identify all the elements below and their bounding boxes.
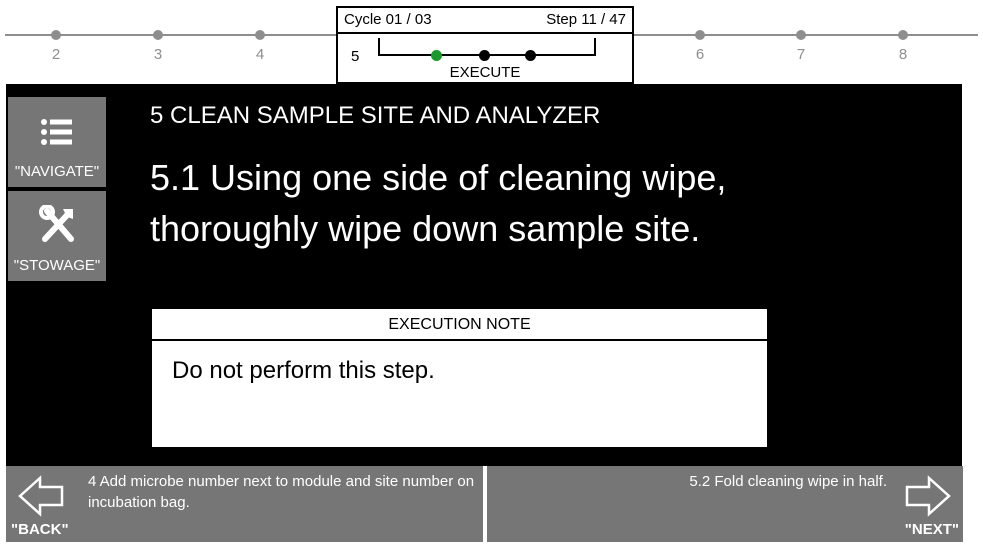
step-number-3: 3 [153, 46, 163, 63]
execution-note-header: EXECUTION NOTE [152, 309, 767, 341]
substep-current-dot [431, 50, 442, 61]
cycle-counter: Cycle 01 / 03 [344, 11, 432, 28]
step-marker-6[interactable] [695, 30, 705, 40]
step-number-7: 7 [796, 46, 806, 63]
arrow-left-icon [18, 475, 66, 522]
cycle-status-box: Cycle 01 / 03 Step 11 / 47 5 EXECUTE [336, 6, 634, 84]
step-marker-4[interactable] [255, 30, 265, 40]
step-number-6: 6 [695, 46, 705, 63]
navigate-label: "NAVIGATE" [14, 163, 100, 180]
tools-icon [39, 204, 77, 250]
next-key-label: "NEXT" [904, 521, 959, 538]
execution-note-body: Do not perform this step. [172, 357, 435, 384]
substep-dot [479, 50, 490, 61]
back-button[interactable]: 4 Add microbe number next to module and … [6, 466, 483, 542]
step-marker-2[interactable] [51, 30, 61, 40]
mode-label: EXECUTE [449, 64, 521, 81]
next-step-text: 5.2 Fold cleaning wipe in half. [689, 473, 887, 490]
procedure-panel: "NAVIGATE" "STOWAGE" 5 CLEAN SAMPLE SITE… [6, 84, 962, 466]
step-instruction: 5.1 Using one side of cleaning wipe, tho… [150, 157, 727, 249]
step-number-2: 2 [51, 46, 61, 63]
current-section-number: 5 [351, 48, 360, 65]
substep-dot [525, 50, 536, 61]
step-marker-8[interactable] [898, 30, 908, 40]
next-button[interactable]: 5.2 Fold cleaning wipe in half. "NEXT" [487, 466, 963, 542]
step-number-4: 4 [255, 46, 265, 63]
step-number-8: 8 [898, 46, 908, 63]
step-counter: Step 11 / 47 [546, 11, 626, 28]
arrow-right-icon [903, 475, 951, 522]
step-marker-7[interactable] [796, 30, 806, 40]
navigate-button[interactable]: "NAVIGATE" [8, 97, 106, 187]
section-title: 5 CLEAN SAMPLE SITE AND ANALYZER [150, 102, 601, 129]
back-key-label: "BACK" [11, 521, 69, 538]
previous-step-text: 4 Add microbe number next to module and … [88, 473, 475, 511]
execution-note: EXECUTION NOTE Do not perform this step. [150, 307, 769, 449]
list-icon [39, 117, 75, 152]
step-marker-3[interactable] [153, 30, 163, 40]
stowage-button[interactable]: "STOWAGE" [8, 191, 106, 281]
cycle-header: Cycle 01 / 03 Step 11 / 47 [338, 8, 632, 34]
stowage-label: "STOWAGE" [13, 257, 101, 274]
